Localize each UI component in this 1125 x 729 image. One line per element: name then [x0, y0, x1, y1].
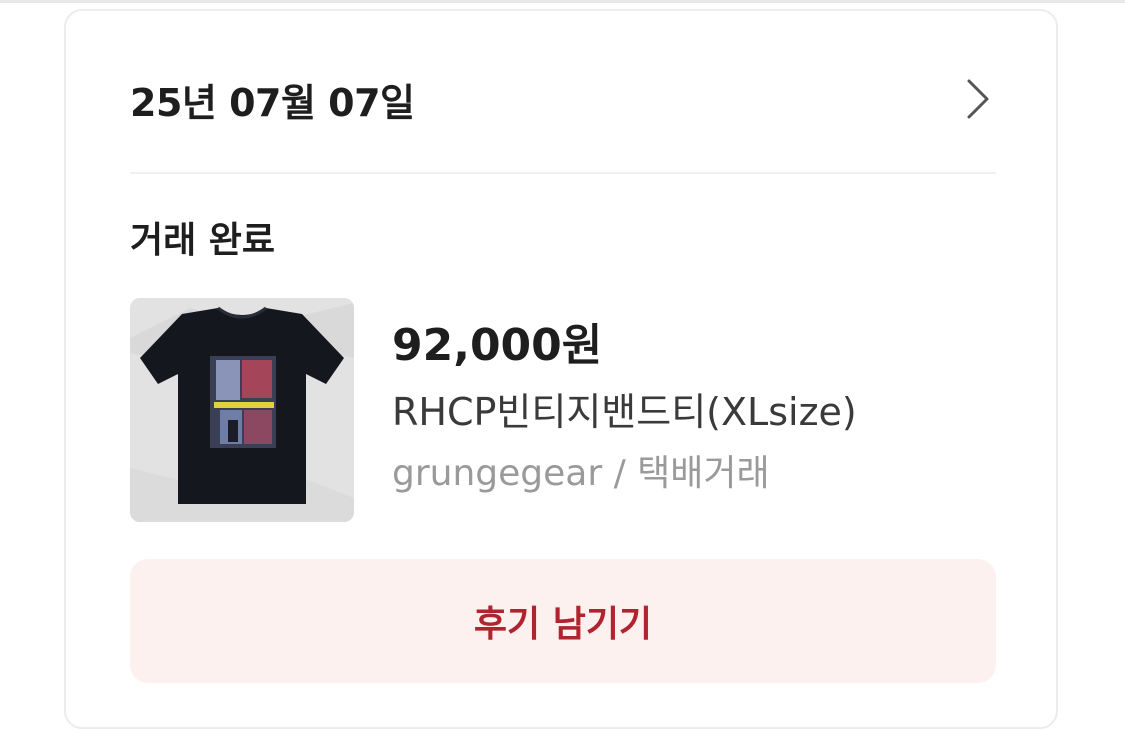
order-status: 거래 완료: [130, 220, 276, 261]
section-divider: [130, 172, 996, 174]
seller-and-method: grungegear / 택배거래: [392, 453, 770, 494]
top-divider: [0, 0, 1125, 3]
product-name[interactable]: RHCP빈티지밴드티(XLsize): [392, 381, 857, 443]
product-price: 92,000원: [392, 320, 603, 371]
order-card: 25년 07월 07일 거래 완료 92,000원 RHCP빈티지밴드티(XLs…: [64, 9, 1058, 729]
order-header[interactable]: 25년 07월 07일: [130, 63, 996, 135]
order-date: 25년 07월 07일: [130, 80, 415, 125]
product-info: 92,000원 RHCP빈티지밴드티(XLsize) grungegear / …: [392, 311, 857, 505]
product-thumbnail[interactable]: [130, 298, 354, 522]
write-review-button[interactable]: 후기 남기기: [130, 559, 996, 683]
chevron-right-icon[interactable]: [960, 74, 996, 124]
